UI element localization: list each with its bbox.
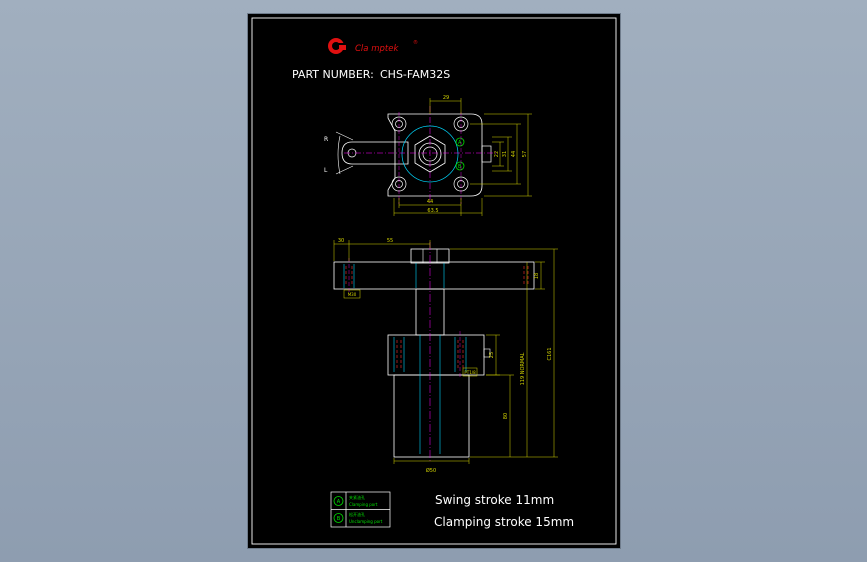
dim-port-size: PT1/8 [464,370,476,375]
dim-top-width: 29 [443,95,449,101]
rotation-right-label: R [324,136,328,143]
port-legend: A B 夹紧油孔 Clamping port 松开油孔 Unclamping p… [330,491,391,528]
cad-viewport[interactable]: Cla mptek ® PART NUMBER: CHS-FAM32S R L [0,0,867,562]
dim-arm-length: 55 [387,238,393,244]
dim-body-flange: 25 [489,352,495,358]
top-view: R L A B [324,106,496,204]
dim-arm-thickness: 18 [534,273,540,279]
dim-body-diameter: Ø50 [426,467,436,474]
front-view-dimensions [333,240,558,464]
drawing-sheet: Cla mptek ® PART NUMBER: CHS-FAM32S R L [248,14,620,548]
legend-a-desc: Clamping port [349,502,378,507]
port-b-label: B [458,164,462,170]
legend-a-title: 夹紧油孔 [349,494,365,500]
part-number-label: PART NUMBER: [292,68,374,81]
dim-overall-height: C161 [547,347,553,360]
dim-bolt-hole: M30 [348,292,357,297]
part-number: CHS-FAM32S [380,68,450,81]
legend-a-symbol: A [337,499,341,505]
registered-mark: ® [413,39,418,46]
clamping-stroke-note: Clamping stroke 15mm [434,515,574,529]
technical-drawing: Cla mptek ® PART NUMBER: CHS-FAM32S R L [251,17,617,545]
legend-b-title: 松开油孔 [349,511,365,517]
dim-side-57: 57 [522,151,528,157]
clamptek-logo [328,38,346,54]
swing-stroke-note: Swing stroke 11mm [435,493,554,507]
dim-bolt-spacing: 44 [427,199,433,205]
dim-arm-offset: 30 [338,238,344,244]
legend-b-desc: Unclamping port [349,519,383,524]
brand-name: Cla mptek [355,44,399,54]
dim-side-31: 31 [502,151,508,157]
dim-side-44: 44 [511,151,517,157]
dim-clamp-height: 119 NORMAL [520,352,526,385]
dim-body-length: 80 [503,413,509,419]
port-a-label: A [458,140,462,146]
legend-b-symbol: B [337,516,341,522]
dim-overall-width: 63.5 [427,208,438,214]
rotation-left-label: L [324,167,328,174]
front-view [333,242,535,462]
dim-side-22: 22 [494,151,500,157]
sheet-border [251,17,617,545]
